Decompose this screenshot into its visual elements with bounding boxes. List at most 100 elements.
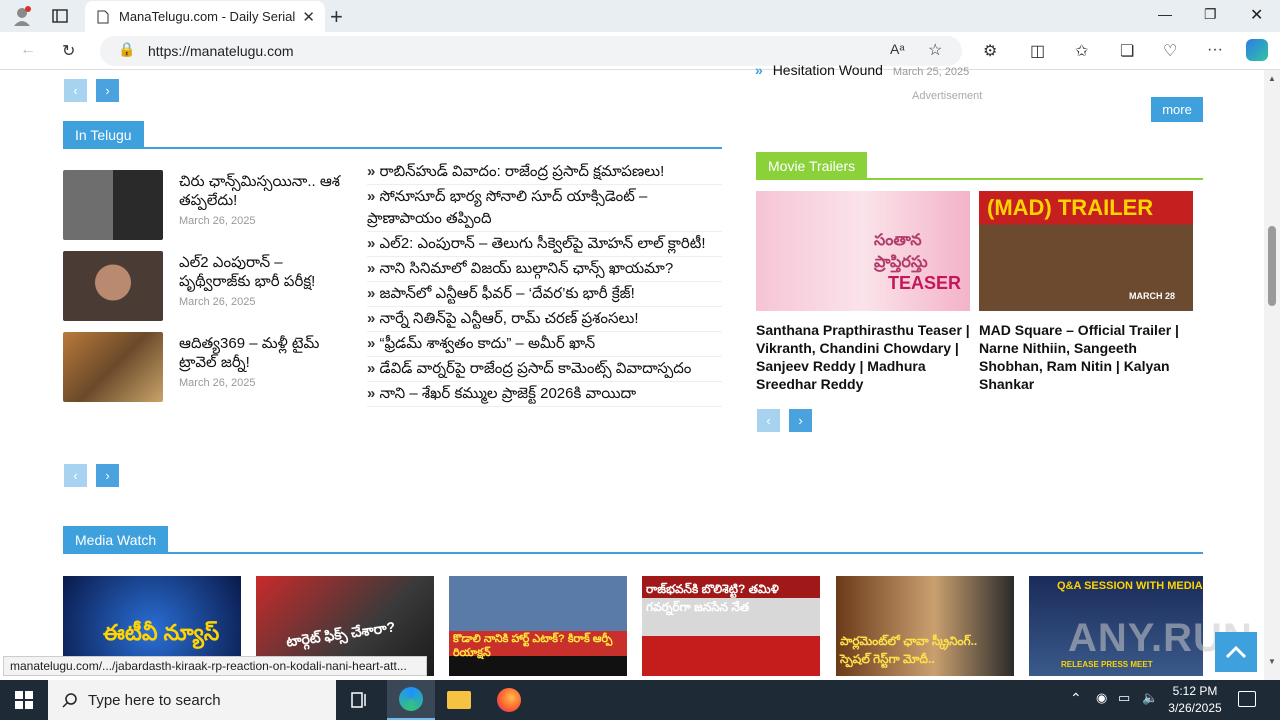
collections-icon[interactable]: ❏ (1120, 41, 1134, 61)
list-item[interactable]: » రాబిన్‌హుడ్ వివాదం: రాజేంద్ర ప్రసాద్ క… (367, 160, 722, 185)
media-thumb-4[interactable]: రాజ్‌భవన్‌కి బొలిశెట్టి? తమిళి గవర్నర్‌గ… (642, 576, 820, 676)
list-item-text[interactable]: రాబిన్‌హుడ్ వివాదం: రాజేంద్ర ప్రసాద్ క్ష… (380, 163, 665, 180)
list-item[interactable]: » నాని – శేఖర్ కమ్ముల ప్రాజెక్ట్ 2026కి … (367, 382, 722, 407)
browser-titlebar: ManaTelugu.com - Daily Serials | ✕ + — ❐… (0, 0, 1280, 32)
prev-button[interactable]: ‹ (757, 409, 780, 432)
scrollbar-thumb[interactable] (1268, 226, 1276, 306)
list-item[interactable]: » డేవిడ్ వార్నర్‌పై రాజేంద్ర ప్రసాద్ కామ… (367, 357, 722, 382)
next-button[interactable]: › (96, 464, 119, 487)
lock-icon[interactable]: 🔒 (118, 41, 135, 58)
media-thumb-text: రాజ్‌భవన్‌కి బొలిశెట్టి? తమిళి గవర్నర్‌గ… (646, 582, 779, 614)
list-item[interactable]: » “ఫ్రీడమ్ శాశ్వతం కాదు” – అమీర్ ఖాన్ (367, 332, 722, 357)
in-telugu-header: In Telugu (63, 121, 722, 149)
news-title[interactable]: ఆదిత్య369 – మళ్లీ టైమ్ ట్రావెల్ జర్నీ! (179, 334, 344, 372)
list-item[interactable]: » నార్నే నితిన్‌పై ఎన్టీఆర్, రామ్ చరణ్ ప… (367, 307, 722, 332)
task-view-icon[interactable] (336, 680, 384, 720)
clock-time: 5:12 PM (1172, 684, 1218, 698)
browser-tab[interactable]: ManaTelugu.com - Daily Serials | ✕ (85, 1, 325, 32)
news-title[interactable]: చిరు ఛాన్స్‌మిస్సయినా.. ఆశ తప్పలేదు! (179, 172, 344, 210)
news-thumbnail[interactable] (63, 332, 163, 402)
favorites-icon[interactable]: ✩ (1075, 41, 1088, 61)
address-toolbar: ← ↻ 🔒 https://manatelugu.com Aᵃ ☆ ⚙ ◫ ✩ … (0, 32, 1280, 70)
list-item[interactable]: » ఎల్2: ఎంపురాన్ – తెలుగు సీక్వెల్‌పై మో… (367, 232, 722, 257)
thumbnail-subtext: సంతాన ప్రాప్తిరస్తు (874, 232, 928, 271)
copilot-icon[interactable] (1246, 39, 1268, 61)
network-icon[interactable]: ▭ (1118, 690, 1130, 706)
read-aloud-icon[interactable]: Aᵃ (890, 41, 905, 57)
list-item-text[interactable]: ఎల్2: ఎంపురాన్ – తెలుగు సీక్వెల్‌పై మోహన… (380, 235, 706, 252)
list-item-text[interactable]: నాని – శేఖర్ కమ్ముల ప్రాజెక్ట్ 2026కి వా… (380, 385, 637, 402)
advertisement-label: Advertisement (912, 90, 983, 102)
list-item-text[interactable]: నాని సినిమాలో విజయ్ బుల్గానిన్ ఛాన్స్ ఖా… (380, 260, 674, 277)
news-title[interactable]: ఎల్2 ఎంపురాన్ – పృథ్వీరాజ్‌కు భారీ పరీక్… (179, 253, 344, 291)
clock-date: 3/26/2025 (1168, 701, 1222, 715)
list-item[interactable]: » సోనూసూద్ భార్య సోనాలి సూద్ యాక్సిడెంట్… (367, 185, 722, 232)
list-item-text[interactable]: జపాన్‌లో ఎన్టీఆర్ ఫీవర్ – ‘దేవర’కు భారీ … (380, 285, 635, 302)
taskbar-clock[interactable]: 5:12 PM 3/26/2025 (1162, 683, 1228, 717)
media-thumb-text: ఈటీవీ న్యూస్ (103, 620, 220, 645)
list-item[interactable]: » నాని సినిమాలో విజయ్ బుల్గానిన్ ఛాన్స్ … (367, 257, 722, 282)
list-item-text[interactable]: సోనూసూద్ భార్య సోనాలి సూద్ యాక్సిడెంట్ –… (367, 188, 647, 227)
edge-taskbar-icon[interactable] (387, 680, 435, 720)
trailer-card-1[interactable]: సంతాన ప్రాప్తిరస్తు TEASER Santhana Prap… (756, 191, 970, 393)
file-explorer-icon[interactable] (435, 680, 483, 720)
volume-icon[interactable]: 🔈 (1142, 690, 1158, 706)
news-thumbnail[interactable] (63, 170, 163, 240)
thumbnail-subtext: MARCH 28 (1129, 291, 1176, 301)
list-item-text[interactable]: డేవిడ్ వార్నర్‌పై రాజేంద్ర ప్రసాద్ కామెం… (380, 360, 692, 377)
firefox-icon[interactable] (485, 680, 533, 720)
back-to-top-button[interactable] (1215, 632, 1257, 672)
prev-button[interactable]: ‹ (64, 464, 87, 487)
list-item[interactable]: » జపాన్‌లో ఎన్టీఆర్ ఫీవర్ – ‘దేవర’కు భార… (367, 282, 722, 307)
new-tab-icon[interactable]: + (330, 4, 343, 30)
more-menu-icon[interactable]: ··· (1207, 41, 1223, 59)
next-button[interactable]: › (789, 409, 812, 432)
featured-news-1[interactable]: చిరు ఛాన్స్‌మిస్సయినా.. ఆశ తప్పలేదు! Mar… (63, 170, 343, 242)
trailer-thumbnail[interactable]: సంతాన ప్రాప్తిరస్తు TEASER (756, 191, 970, 311)
refresh-icon[interactable]: ↻ (62, 41, 75, 61)
profile-icon[interactable] (12, 6, 32, 26)
tray-app-icon[interactable]: ◉ (1096, 690, 1107, 706)
notifications-icon[interactable] (1238, 691, 1256, 707)
favorite-star-icon[interactable]: ☆ (928, 40, 942, 60)
media-thumb-5[interactable]: పార్లమెంట్‌లో ఛావా స్క్రీనింగ్.. స్పెషల్… (836, 576, 1014, 676)
close-tab-icon[interactable]: ✕ (302, 8, 315, 26)
scroll-down-icon[interactable]: ▼ (1268, 657, 1276, 666)
featured-news-3[interactable]: ఆదిత్య369 – మళ్లీ టైమ్ ట్రావెల్ జర్నీ! M… (63, 332, 343, 404)
page-scrollbar[interactable]: ▲ ▼ (1264, 70, 1280, 680)
windows-taskbar: Type here to search ⌃ ◉ ▭ 🔈 5:12 PM 3/26… (0, 680, 1280, 720)
prev-button[interactable]: ‹ (64, 79, 87, 102)
back-icon[interactable]: ← (20, 41, 36, 59)
more-button[interactable]: more (1151, 97, 1203, 122)
news-thumbnail[interactable] (63, 251, 163, 321)
trailer-caption[interactable]: MAD Square – Official Trailer | Narne Ni… (979, 321, 1193, 393)
trailer-caption[interactable]: Santhana Prapthirasthu Teaser | Vikranth… (756, 321, 970, 393)
news-date: March 26, 2025 (179, 215, 256, 227)
featured-news-2[interactable]: ఎల్2 ఎంపురాన్ – పృథ్వీరాజ్‌కు భారీ పరీక్… (63, 251, 343, 323)
previous-item[interactable]: » Hesitation Wound March 25, 2025 (755, 62, 969, 78)
restore-icon[interactable]: ❐ (1204, 6, 1217, 23)
tab-actions-icon[interactable] (50, 6, 70, 26)
movie-trailers-header: Movie Trailers (756, 152, 1203, 180)
news-date: March 26, 2025 (179, 377, 256, 389)
media-thumb-3[interactable]: కొడాలి నానికి హార్ట్ ఎటాక్? కిరాక్ ఆర్పీ… (449, 576, 627, 676)
section-title: Movie Trailers (756, 152, 868, 180)
start-icon[interactable] (0, 680, 48, 720)
performance-icon[interactable]: ♡ (1163, 41, 1177, 61)
bullet-icon: » (755, 62, 763, 78)
minimize-icon[interactable]: — (1158, 6, 1172, 22)
extensions-icon[interactable]: ⚙ (983, 41, 997, 61)
list-item-text[interactable]: నార్నే నితిన్‌పై ఎన్టీఆర్, రామ్ చరణ్ ప్ర… (380, 310, 639, 327)
next-button[interactable]: › (96, 79, 119, 102)
taskbar-search[interactable]: Type here to search (48, 680, 336, 720)
list-item-text[interactable]: “ఫ్రీడమ్ శాశ్వతం కాదు” – అమీర్ ఖాన్ (380, 335, 596, 352)
tray-overflow-icon[interactable]: ⌃ (1070, 690, 1082, 707)
media-thumb-subtext: RELEASE PRESS MEET (1061, 660, 1153, 669)
url-text: https://manatelugu.com (148, 43, 294, 59)
tab-title: ManaTelugu.com - Daily Serials | (119, 9, 295, 24)
trailer-thumbnail[interactable]: (MAD) TRAILER MARCH 28 (979, 191, 1193, 311)
close-window-icon[interactable]: ✕ (1250, 5, 1263, 25)
scroll-up-icon[interactable]: ▲ (1268, 74, 1276, 83)
trailer-card-2[interactable]: (MAD) TRAILER MARCH 28 MAD Square – Offi… (979, 191, 1193, 393)
split-screen-icon[interactable]: ◫ (1030, 41, 1045, 61)
